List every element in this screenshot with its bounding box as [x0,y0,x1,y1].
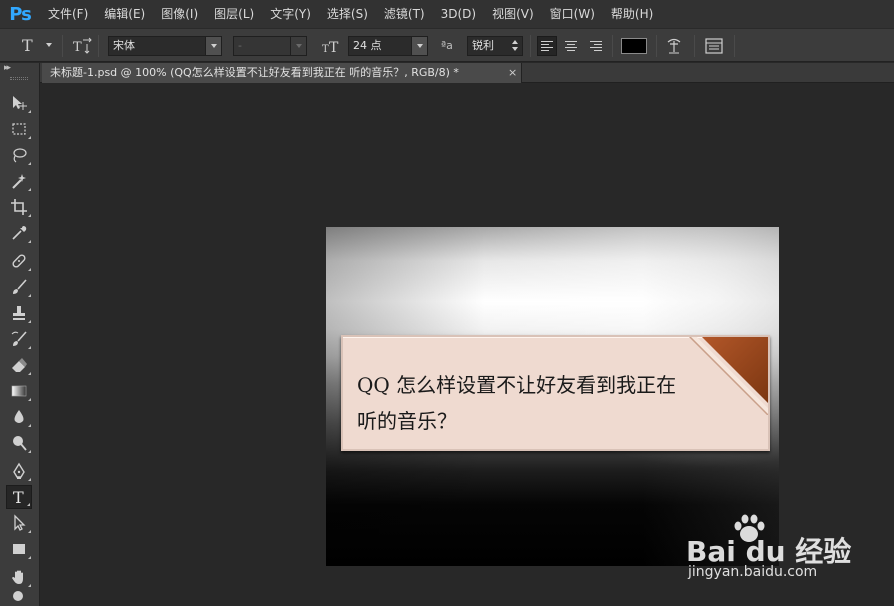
eyedropper-tool-icon[interactable] [6,221,32,245]
menu-filter[interactable]: 滤镜(T) [376,0,433,28]
toggle-orientation-icon[interactable]: T [72,36,94,56]
menu-type[interactable]: 文字(Y) [262,0,319,28]
menu-window[interactable]: 窗口(W) [542,0,603,28]
banner-text[interactable]: QQ 怎么样设置不让好友看到我正在 听的音乐？ [357,367,737,439]
move-tool-icon[interactable] [6,91,32,115]
warp-text-icon[interactable] [664,36,684,56]
align-right-button[interactable] [585,36,605,56]
antialias-value: 锐利 [472,39,494,52]
svg-text:T: T [13,488,24,506]
close-icon[interactable]: × [508,63,517,83]
menu-image[interactable]: 图像(I) [153,0,206,28]
document-tab-title: 未标题-1.psd @ 100% (QQ怎么样设置不让好友看到我正在 听的音乐？… [50,66,459,79]
svg-text:T: T [73,40,82,55]
align-left-button[interactable] [537,36,557,56]
chevron-down-icon [411,37,427,55]
hand-tool-icon[interactable] [6,565,32,589]
zoom-tool-icon[interactable] [6,589,32,605]
menu-select[interactable]: 选择(S) [319,0,376,28]
options-bar: T T 宋体 - TT 24 点 ªa 锐利 [0,28,894,62]
antialias-icon: ªa [441,39,453,52]
clone-stamp-tool-icon[interactable] [6,301,32,325]
photoshop-window: Ps 文件(F) 编辑(E) 图像(I) 图层(L) 文字(Y) 选择(S) 滤… [0,0,894,606]
menu-layer[interactable]: 图层(L) [206,0,262,28]
separator [530,35,531,57]
font-size-value: 24 点 [353,39,382,52]
menu-3d[interactable]: 3D(D) [433,0,484,28]
crop-tool-icon[interactable] [6,195,32,219]
watermark-url: jingyan.baidu.com [688,564,818,580]
pen-tool-icon[interactable] [6,459,32,483]
chevron-down-icon [512,47,518,51]
marquee-tool-icon[interactable] [6,117,32,141]
document-tab[interactable]: 未标题-1.psd @ 100% (QQ怎么样设置不让好友看到我正在 听的音乐？… [42,63,522,83]
dodge-tool-icon[interactable] [6,431,32,455]
character-panel-icon[interactable] [704,37,724,55]
separator [734,35,735,57]
baidu-jingyan-watermark: Bai du 经验 jingyan.baidu.com [686,514,886,594]
banner-line-2: 听的音乐？ [357,409,457,433]
rectangle-tool-icon[interactable] [6,537,32,561]
type-tool-icon[interactable]: T [6,485,32,509]
path-selection-tool-icon[interactable] [6,511,32,535]
text-color-swatch[interactable] [621,38,647,54]
text-banner[interactable]: QQ 怎么样设置不让好友看到我正在 听的音乐？ [341,335,770,451]
font-family-value: 宋体 [113,39,135,52]
magic-wand-tool-icon[interactable] [6,169,32,193]
panel-grip[interactable] [10,77,28,80]
menu-file[interactable]: 文件(F) [40,0,96,28]
font-style-value: - [238,39,242,52]
brush-tool-icon[interactable] [6,275,32,299]
chevron-down-icon [205,37,221,55]
tools-panel: ▸▸ T [0,63,40,606]
separator [98,35,99,57]
svg-text:T: T [322,44,329,55]
separator [612,35,613,57]
collapse-panel-icon[interactable]: ▸▸ [4,63,11,73]
menu-help[interactable]: 帮助(H) [603,0,661,28]
gradient-tool-icon[interactable] [6,379,32,403]
chevron-up-icon [512,40,518,44]
chevron-down-icon [290,37,306,55]
eraser-tool-icon[interactable] [6,353,32,377]
font-family-select[interactable]: 宋体 [108,36,222,56]
font-size-icon: TT [322,37,342,56]
history-brush-tool-icon[interactable] [6,327,32,351]
font-size-select[interactable]: 24 点 [348,36,428,56]
separator [694,35,695,57]
antialias-select[interactable]: 锐利 [467,36,523,56]
align-center-button[interactable] [561,36,581,56]
banner-line-1: QQ 怎么样设置不让好友看到我正在 [357,373,677,397]
menu-view[interactable]: 视图(V) [484,0,542,28]
menu-edit[interactable]: 编辑(E) [96,0,153,28]
menu-bar: Ps 文件(F) 编辑(E) 图像(I) 图层(L) 文字(Y) 选择(S) 滤… [0,0,894,28]
document-tab-bar: 未标题-1.psd @ 100% (QQ怎么样设置不让好友看到我正在 听的音乐？… [40,63,894,83]
healing-brush-tool-icon[interactable] [6,249,32,273]
tool-preset-picker[interactable]: T [22,36,33,55]
blur-tool-icon[interactable] [6,405,32,429]
separator [62,35,63,57]
font-style-select[interactable]: - [233,36,307,56]
ps-logo: Ps [9,3,32,25]
lasso-tool-icon[interactable] [6,143,32,167]
tool-preset-arrow-icon[interactable] [46,43,52,47]
separator [656,35,657,57]
svg-text:T: T [329,40,339,55]
